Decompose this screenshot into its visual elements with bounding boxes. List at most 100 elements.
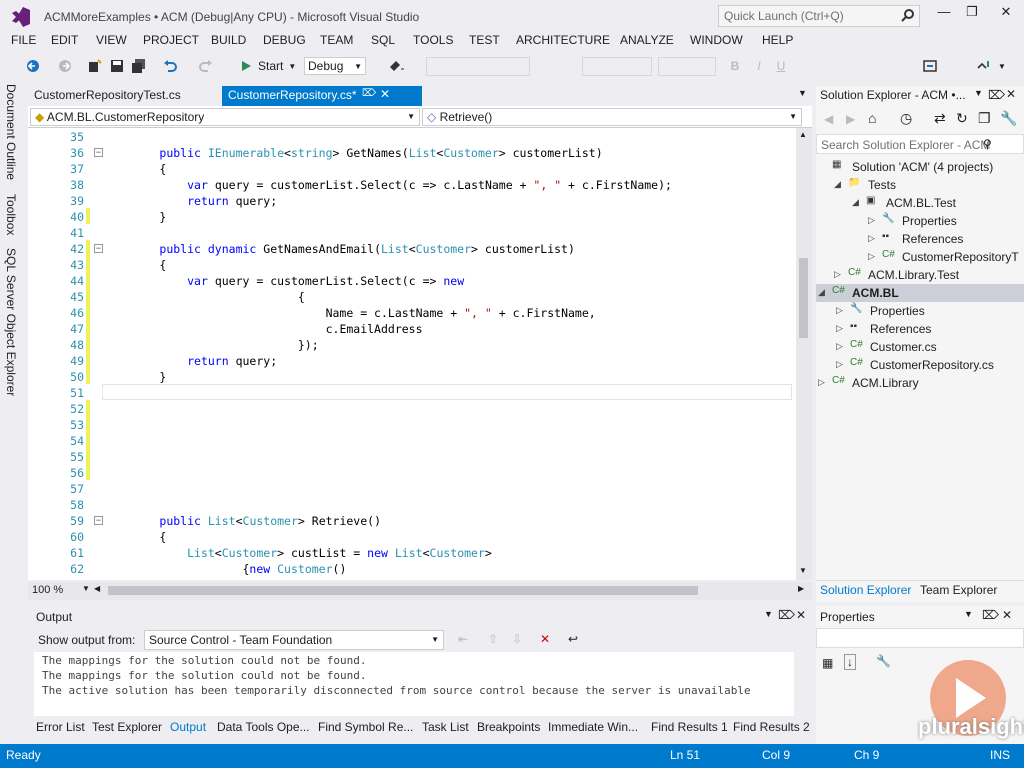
output-text-area[interactable]: The mappings for the solution could not …: [34, 652, 794, 716]
tree-item[interactable]: ▷ ▪▪ References: [816, 320, 1024, 338]
find-message-icon[interactable]: ⇤: [458, 632, 468, 646]
toolbar-extra-button[interactable]: [920, 57, 940, 75]
history-icon[interactable]: ◷: [900, 110, 912, 127]
start-debugging-button[interactable]: Start ▼: [240, 57, 300, 75]
property-pages-icon[interactable]: 🔧: [876, 654, 891, 668]
new-project-button[interactable]: [86, 57, 104, 75]
bold-button[interactable]: B: [728, 57, 742, 75]
pin-icon[interactable]: ⌦: [362, 88, 376, 99]
categorized-icon[interactable]: ▦: [822, 656, 833, 670]
tab-test-explorer[interactable]: Test Explorer: [92, 720, 162, 734]
menu-edit[interactable]: EDIT: [51, 33, 78, 47]
tree-item[interactable]: ◢ C# ACM.BL: [816, 284, 1024, 302]
tree-item[interactable]: ▷ 🔧 Properties: [816, 212, 1024, 230]
toolbox-tab[interactable]: Toolbox: [4, 194, 18, 235]
menu-window[interactable]: WINDOW: [690, 33, 743, 47]
menu-help[interactable]: HELP: [762, 33, 793, 47]
tree-item[interactable]: ◢ 📁 Tests: [816, 176, 1024, 194]
sync-icon[interactable]: ⇄: [934, 110, 946, 127]
tab-error-list[interactable]: Error List: [36, 720, 85, 734]
tab-find-results-2[interactable]: Find Results 2: [733, 720, 810, 734]
scroll-down-icon[interactable]: ▼: [799, 566, 807, 575]
close-icon[interactable]: ✕: [1006, 87, 1016, 101]
member-selector[interactable]: ◇ Retrieve() ▼: [422, 108, 802, 126]
chevron-down-icon[interactable]: ▼: [764, 609, 773, 619]
collapse-icon[interactable]: −: [94, 516, 103, 525]
toolbar-options-button[interactable]: [972, 57, 994, 75]
code-editor[interactable]: 35 36 public IEnumerable<string> GetNames…: [28, 128, 796, 580]
menu-view[interactable]: VIEW: [96, 33, 127, 47]
collapsed-arrow-icon[interactable]: ▷: [836, 323, 843, 334]
chevron-down-icon[interactable]: ▼: [974, 88, 983, 98]
pin-icon[interactable]: ⌦: [778, 608, 795, 622]
collapsed-arrow-icon[interactable]: ▷: [836, 359, 843, 370]
collapsed-arrow-icon[interactable]: ▷: [836, 305, 843, 316]
navigate-forward-button[interactable]: [56, 57, 74, 75]
save-all-button[interactable]: [130, 57, 148, 75]
tree-item[interactable]: ▦ Solution 'ACM' (4 projects): [816, 158, 1024, 176]
tab-customerrepositorytest[interactable]: CustomerRepositoryTest.cs: [28, 86, 218, 106]
attach-process-button[interactable]: [382, 57, 410, 75]
close-icon[interactable]: ✕: [380, 87, 390, 101]
menu-tools[interactable]: TOOLS: [413, 33, 453, 47]
tree-item[interactable]: ▷ 🔧 Properties: [816, 302, 1024, 320]
collapsed-arrow-icon[interactable]: ▷: [834, 269, 841, 280]
menu-file[interactable]: FILE: [11, 33, 36, 47]
scrollbar-thumb[interactable]: [108, 586, 698, 595]
scroll-right-icon[interactable]: ▶: [798, 584, 804, 593]
tab-output[interactable]: Output: [170, 720, 206, 734]
collapse-icon[interactable]: −: [94, 148, 103, 157]
forward-icon[interactable]: ▶: [846, 112, 855, 126]
close-icon[interactable]: ✕: [796, 608, 806, 622]
tab-data-tools-operations[interactable]: Data Tools Ope...: [217, 720, 310, 734]
chevron-down-icon[interactable]: ▼: [964, 609, 973, 619]
tree-item[interactable]: ▷ C# ACM.Library: [816, 374, 1024, 392]
editor-vertical-scrollbar[interactable]: ▲ ▼: [796, 128, 812, 580]
expanded-arrow-icon[interactable]: ◢: [852, 197, 859, 208]
document-outline-tab[interactable]: Document Outline: [4, 84, 18, 180]
minimize-button[interactable]: —: [930, 4, 958, 26]
next-message-icon[interactable]: ⇩: [512, 632, 522, 646]
expanded-arrow-icon[interactable]: ◢: [818, 287, 825, 298]
menu-test[interactable]: TEST: [469, 33, 500, 47]
previous-message-icon[interactable]: ⇧: [488, 632, 498, 646]
underline-button[interactable]: U: [774, 57, 788, 75]
italic-button[interactable]: I: [752, 57, 766, 75]
redo-button[interactable]: [196, 57, 216, 75]
menu-architecture[interactable]: ARCHITECTURE: [516, 33, 610, 47]
alphabetical-icon[interactable]: ↓: [844, 654, 856, 670]
menu-sql[interactable]: SQL: [371, 33, 395, 47]
tree-item[interactable]: ▷ C# CustomerRepositoryT: [816, 248, 1024, 266]
scroll-left-icon[interactable]: ◀: [94, 584, 100, 593]
solution-configuration-select[interactable]: Debug ▼: [304, 57, 366, 75]
refresh-icon[interactable]: ↻: [956, 110, 968, 127]
chevron-down-icon[interactable]: ▼: [82, 584, 90, 593]
properties-object-select[interactable]: [816, 628, 1024, 648]
navigate-back-button[interactable]: [24, 57, 42, 75]
pin-icon[interactable]: ⌦: [988, 88, 1005, 102]
solution-explorer-search[interactable]: Search Solution Explorer - ACM ⚲: [816, 134, 1024, 154]
back-icon[interactable]: ◀: [824, 112, 833, 126]
tab-overflow-chevron-icon[interactable]: ▼: [798, 88, 807, 98]
tree-item[interactable]: ▷ C# CustomerRepository.cs: [816, 356, 1024, 374]
tab-team-explorer[interactable]: Team Explorer: [920, 583, 997, 597]
tree-item[interactable]: ▷ C# ACM.Library.Test: [816, 266, 1024, 284]
collapse-all-icon[interactable]: ❐: [978, 110, 991, 127]
home-icon[interactable]: ⌂: [868, 110, 876, 126]
close-icon[interactable]: ✕: [1002, 608, 1012, 622]
tab-task-list[interactable]: Task List: [422, 720, 469, 734]
collapsed-arrow-icon[interactable]: ▷: [836, 341, 843, 352]
menu-team[interactable]: TEAM: [320, 33, 353, 47]
tab-solution-explorer[interactable]: Solution Explorer: [820, 583, 911, 597]
word-wrap-icon[interactable]: ↩: [568, 632, 578, 646]
collapsed-arrow-icon[interactable]: ▷: [868, 251, 875, 262]
tab-find-results-1[interactable]: Find Results 1: [651, 720, 728, 734]
pin-icon[interactable]: ⌦: [982, 608, 999, 622]
tree-item[interactable]: ▷ ▪▪ References: [816, 230, 1024, 248]
menu-debug[interactable]: DEBUG: [263, 33, 306, 47]
undo-button[interactable]: [160, 57, 180, 75]
collapse-icon[interactable]: −: [94, 244, 103, 253]
menu-build[interactable]: BUILD: [211, 33, 246, 47]
sql-server-object-explorer-tab[interactable]: SQL Server Object Explorer: [4, 248, 18, 396]
menu-project[interactable]: PROJECT: [143, 33, 199, 47]
